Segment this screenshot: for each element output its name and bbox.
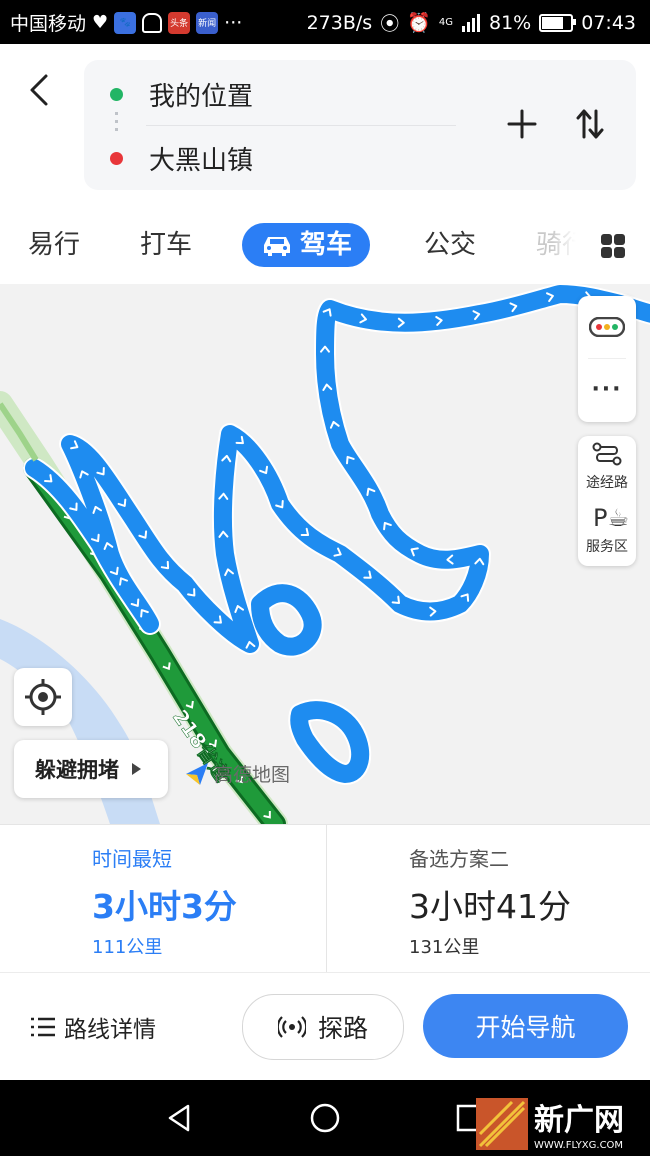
ghost-icon	[142, 12, 163, 33]
more-modes-button[interactable]	[600, 233, 626, 259]
signal-icon	[462, 13, 480, 32]
traffic-light-icon	[589, 317, 625, 337]
traffic-button[interactable]	[578, 296, 636, 358]
service-area-button[interactable]: P☕ 服务区	[578, 500, 636, 564]
plan-option-2[interactable]: 备选方案二 3小时41分 131公里	[326, 825, 650, 973]
back-arrow-icon	[30, 74, 48, 106]
destination-field[interactable]: 大黑山镇	[84, 128, 484, 188]
service-area-icon: P☕	[593, 504, 629, 532]
destination-location: 大黑山镇	[149, 145, 254, 176]
locate-button[interactable]	[14, 668, 72, 726]
explore-button[interactable]: 探路	[242, 994, 404, 1060]
triangle-right-icon	[132, 763, 141, 775]
alarm-icon: ⏰	[407, 12, 431, 34]
tab-drive[interactable]: 驾车	[242, 223, 371, 267]
swap-button[interactable]	[572, 106, 608, 142]
waypoint-icon	[592, 442, 622, 466]
end-dot-icon	[110, 151, 123, 165]
clock: 07:43	[581, 11, 636, 34]
amap-logo-icon	[186, 762, 208, 785]
start-location: 我的位置	[149, 81, 254, 112]
route-details-label: 路线详情	[64, 1017, 156, 1043]
more-tools-button[interactable]: ···	[578, 359, 636, 421]
grid-icon	[601, 234, 625, 258]
plan-2-time: 3小时41分	[409, 887, 571, 926]
transport-tabs: 易行 打车 驾车 公交 骑行	[0, 206, 650, 284]
tab-bike[interactable]: 骑行	[536, 223, 576, 267]
plan-2-name: 备选方案二	[409, 847, 509, 871]
action-bar: 路线详情 探路 开始导航	[0, 972, 650, 1081]
add-waypoint-button[interactable]	[504, 106, 540, 142]
start-field[interactable]: 我的位置	[84, 64, 484, 124]
route-details-button[interactable]: 路线详情	[30, 1009, 156, 1045]
tab-drive-label: 驾车	[300, 230, 353, 260]
map-tools-bottom: 途经路 P☕ 服务区	[578, 436, 636, 566]
route-plans: 时间最短 3小时3分 111公里 备选方案二 3小时41分 131公里	[0, 824, 650, 973]
home-circle-icon[interactable]	[309, 1102, 341, 1134]
waypoint-label: 途经路	[586, 475, 628, 491]
amap-logo-text: 高德地图	[214, 764, 291, 786]
watermark: 新广网 WWW.FLYXG.COM	[476, 1098, 624, 1151]
tab-easy-travel[interactable]: 易行	[28, 223, 80, 267]
location-icon: ⦿	[380, 13, 400, 35]
carrier-label: 中国移动	[10, 13, 87, 35]
battery-icon	[539, 13, 577, 32]
back-button[interactable]	[22, 72, 58, 108]
plan-2-distance: 131公里	[409, 937, 480, 958]
car-icon	[264, 237, 290, 256]
toutiao-icon: 头条	[168, 11, 191, 34]
status-bar: 中国移动 ♥ 🐾 头条 新闻 ··· 273B/s ⦿ ⏰ 4G 81% 07:…	[0, 0, 650, 44]
explore-label: 探路	[317, 1014, 368, 1043]
map-tools-top: ···	[578, 296, 636, 422]
service-area-label: 服务区	[586, 539, 628, 555]
avoid-congestion-label: 躲避拥堵	[35, 758, 119, 782]
tab-taxi[interactable]: 打车	[140, 223, 192, 267]
heart-icon: ♥	[92, 12, 109, 33]
route-path	[23, 284, 650, 785]
map-view[interactable]: 218省道 ··· 途经路 P☕ 服务区 躲避拥堵 高德地图	[0, 284, 650, 824]
crosshair-icon	[25, 679, 61, 715]
start-dot-icon	[110, 87, 123, 101]
ellipsis-icon: ···	[591, 377, 623, 402]
plan-1-time: 3小时3分	[92, 887, 237, 926]
net-speed: 273B/s	[306, 11, 373, 34]
baidu-icon: 🐾	[114, 11, 137, 34]
battery-percent: 81%	[489, 11, 532, 34]
waypoint-button[interactable]: 途经路	[578, 436, 636, 500]
back-triangle-icon[interactable]	[164, 1102, 196, 1134]
plus-icon	[507, 109, 537, 139]
swap-icon	[576, 109, 604, 139]
field-divider	[146, 125, 456, 126]
plan-1-name: 时间最短	[92, 847, 172, 871]
watermark-url: WWW.FLYXG.COM	[534, 1140, 623, 1151]
signal-label: 4G	[438, 17, 453, 28]
watermark-text: 新广网	[534, 1103, 624, 1138]
route-input-box: 我的位置 大黑山镇	[84, 60, 636, 190]
tab-bus[interactable]: 公交	[424, 223, 476, 267]
avoid-congestion-button[interactable]: 躲避拥堵	[14, 740, 168, 798]
start-navigation-button[interactable]: 开始导航	[423, 994, 628, 1058]
route-header: 我的位置 大黑山镇	[0, 44, 650, 206]
more-notifications: ···	[224, 11, 243, 34]
broadcast-icon	[277, 1016, 306, 1038]
plan-1-distance: 111公里	[92, 937, 163, 958]
plan-option-1[interactable]: 时间最短 3小时3分 111公里	[0, 825, 324, 973]
news-icon: 新闻	[196, 11, 219, 34]
list-icon	[31, 1017, 55, 1037]
amap-logo: 高德地图	[184, 760, 290, 787]
